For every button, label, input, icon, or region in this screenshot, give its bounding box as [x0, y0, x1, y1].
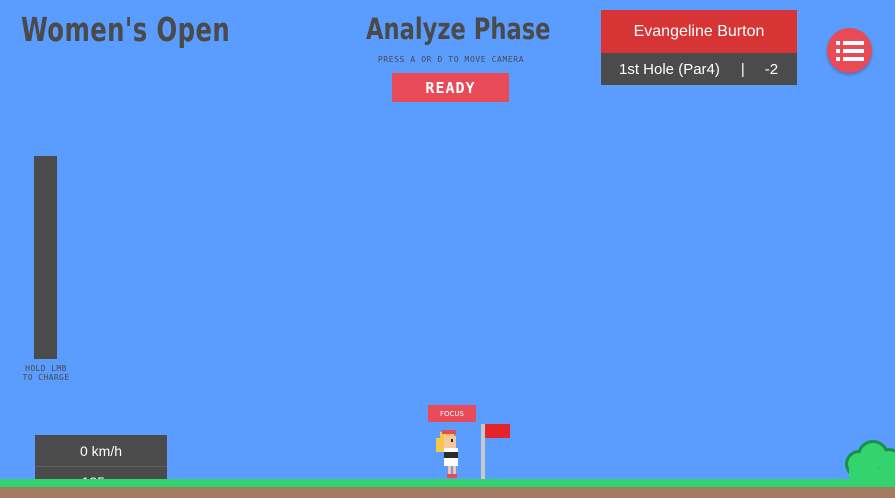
- phase-title: Analyze Phase: [366, 12, 551, 46]
- golfer-sprite: [436, 430, 458, 478]
- hole-label: 1st Hole (Par4): [619, 60, 720, 78]
- ground-grass: [0, 479, 895, 487]
- flag-icon: [485, 424, 510, 438]
- power-hint: HOLD LMB TO CHARGE: [14, 364, 78, 382]
- power-hint-line1: HOLD LMB: [25, 364, 67, 373]
- menu-button[interactable]: [827, 28, 872, 73]
- player-card: Evangeline Burton 1st Hole (Par4) | -2: [601, 10, 797, 85]
- speed-readout: 0 km/h: [35, 435, 167, 466]
- hole-separator: |: [740, 60, 745, 78]
- power-hint-line2: TO CHARGE: [22, 373, 70, 382]
- camera-hint: PRESS A OR D TO MOVE CAMERA: [377, 55, 525, 64]
- player-name: Evangeline Burton: [601, 10, 797, 53]
- ground-dirt: [0, 487, 895, 498]
- bush-icon: [845, 440, 895, 480]
- phase-header: Analyze Phase PRESS A OR D TO MOVE CAMER…: [340, 12, 562, 64]
- list-icon: [835, 40, 864, 61]
- power-meter: [34, 156, 57, 359]
- ready-button[interactable]: READY: [392, 73, 509, 102]
- hole-info: 1st Hole (Par4) | -2: [601, 53, 797, 85]
- score-label: -2: [764, 60, 779, 78]
- focus-tag: FOCUS: [428, 405, 476, 422]
- tournament-title: Women's Open: [21, 10, 231, 49]
